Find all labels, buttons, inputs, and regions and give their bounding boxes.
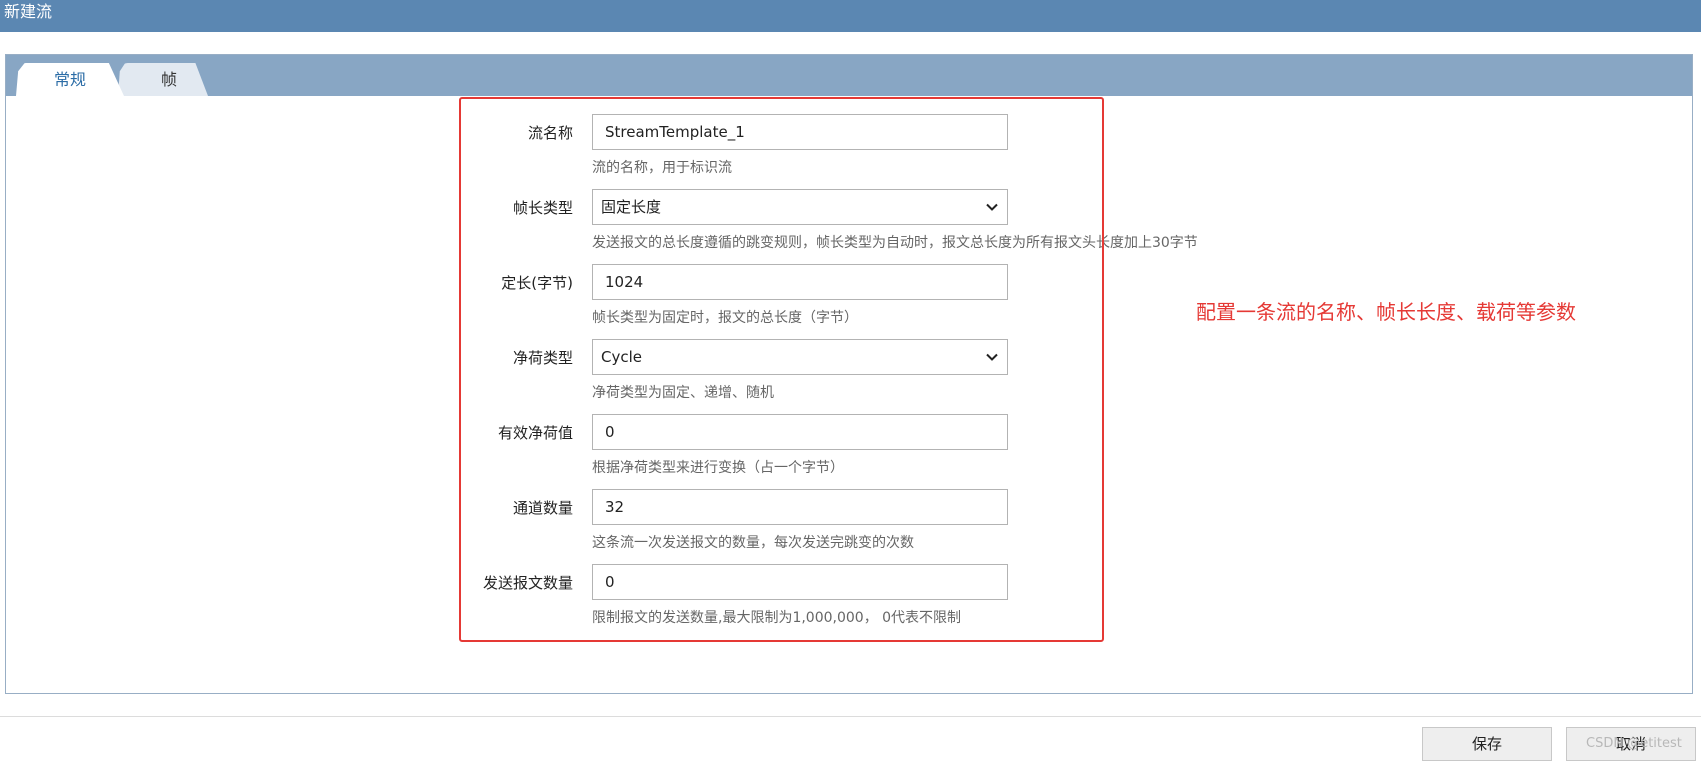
send-count-hint: 限制报文的发送数量,最大限制为1,000,000， 0代表不限制: [592, 610, 962, 626]
send-count-label: 发送报文数量: [482, 574, 573, 592]
channel-count-hint: 这条流一次发送报文的数量，每次发送完跳变的次数: [592, 535, 914, 551]
payload-type-value: Cycle: [601, 348, 642, 366]
tab-general-label: 常规: [53, 70, 86, 89]
chevron-down-icon: [986, 353, 998, 361]
window-title: 新建流: [0, 0, 1701, 32]
chevron-down-icon: [986, 203, 998, 211]
fixed-length-label: 定长(字节): [501, 274, 573, 292]
stream-name-input[interactable]: StreamTemplate_1: [592, 114, 1008, 150]
valid-payload-hint: 根据净荷类型来进行变换（占一个字节）: [592, 460, 844, 476]
frame-length-type-label: 帧长类型: [512, 199, 573, 217]
frame-length-type-hint: 发送报文的总长度遵循的跳变规则，帧长类型为自动时，报文总长度为所有报文头长度加上…: [592, 235, 1198, 251]
annotation-text: 配置一条流的名称、帧长长度、载荷等参数: [1196, 300, 1576, 324]
fixed-length-input[interactable]: 1024: [592, 264, 1008, 300]
stream-name-label: 流名称: [527, 124, 573, 142]
valid-payload-input[interactable]: 0: [592, 414, 1008, 450]
channel-count-label: 通道数量: [512, 499, 573, 517]
save-button[interactable]: 保存: [1422, 727, 1552, 761]
send-count-input[interactable]: 0: [592, 564, 1008, 600]
fixed-length-hint: 帧长类型为固定时，报文的总长度（字节）: [592, 310, 858, 326]
channel-count-input[interactable]: 32: [592, 489, 1008, 525]
frame-length-type-value: 固定长度: [601, 198, 662, 216]
tab-general[interactable]: 常规: [16, 63, 124, 96]
payload-type-label: 净荷类型: [512, 349, 573, 367]
stream-name-hint: 流的名称，用于标识流: [592, 160, 732, 176]
tab-bar: 帧 常规: [6, 55, 1692, 96]
frame-length-type-select[interactable]: 固定长度: [592, 189, 1008, 225]
payload-type-hint: 净荷类型为固定、递增、随机: [592, 385, 774, 401]
tab-frame[interactable]: 帧: [118, 63, 208, 96]
watermark: CSDN @etitest: [1586, 736, 1682, 751]
tab-frame-label: 帧: [160, 70, 177, 89]
footer-divider: [0, 716, 1701, 717]
payload-type-select[interactable]: Cycle: [592, 339, 1008, 375]
valid-payload-label: 有效净荷值: [497, 424, 573, 442]
